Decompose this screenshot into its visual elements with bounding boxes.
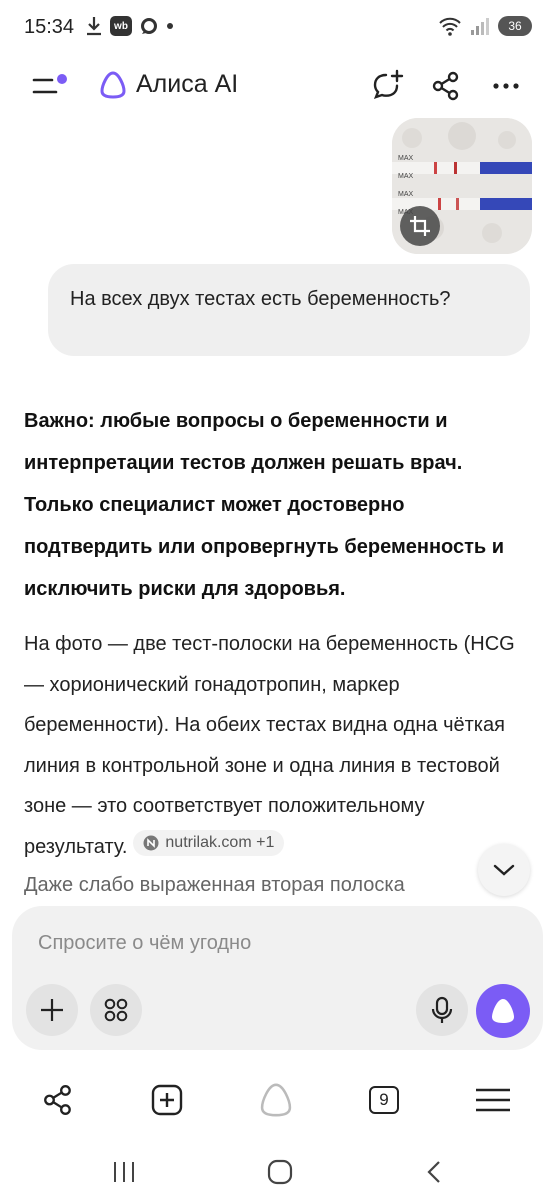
alice-button[interactable] (252, 1076, 300, 1124)
back-icon (427, 1161, 440, 1183)
answer-warning: Важно: любые вопросы о беременности и ин… (24, 410, 505, 600)
new-chat-button[interactable] (366, 64, 410, 108)
recents-button[interactable] (100, 1148, 148, 1196)
share-icon (44, 1085, 71, 1115)
notification-icons: wb (86, 16, 174, 36)
voice-input-button[interactable] (416, 984, 468, 1036)
share-button[interactable] (424, 64, 468, 108)
source-label: nutrilak.com +1 (165, 833, 275, 851)
status-bar: 15:34 wb 36 (0, 0, 554, 54)
alice-logo-icon (100, 71, 126, 99)
new-tab-icon (151, 1084, 183, 1116)
toolbar-share-button[interactable] (34, 1076, 82, 1124)
photo-label: MAX (398, 191, 414, 198)
browser-menu-button[interactable] (469, 1076, 517, 1124)
attached-photo[interactable]: MAX MAX MAX MAX (392, 118, 532, 254)
app-header: Алиса AI (0, 56, 554, 114)
signal-icon (471, 18, 489, 35)
dot-icon (167, 23, 173, 29)
wifi-icon (439, 17, 461, 36)
app-title: Алиса AI (136, 70, 239, 98)
system-navigation (0, 1140, 554, 1200)
recents-icon (114, 1162, 134, 1182)
browser-toolbar: 9 (0, 1072, 554, 1126)
assistant-answer: Важно: любые вопросы о беременности и ин… (24, 400, 532, 867)
alice-send-button[interactable] (476, 984, 530, 1038)
wb-icon: wb (110, 16, 132, 36)
tabs-button[interactable]: 9 (360, 1076, 408, 1124)
crop-icon (410, 216, 430, 236)
system-status-icons: 36 (438, 16, 532, 36)
back-button[interactable] (410, 1148, 458, 1196)
status-time: 15:34 (24, 16, 75, 38)
alice-icon (260, 1083, 292, 1117)
plus-icon (41, 999, 63, 1021)
menu-icon (476, 1088, 510, 1112)
scroll-down-button[interactable] (478, 844, 530, 896)
share-icon (432, 71, 459, 101)
crop-button[interactable] (400, 206, 440, 246)
photo-label: MAX (398, 155, 414, 162)
microphone-icon (431, 996, 453, 1023)
photo-label: MAX (398, 173, 414, 180)
new-chat-icon (373, 69, 404, 99)
answer-paragraph: На фото — две тест-полоски на беременнос… (24, 624, 532, 867)
add-button[interactable] (26, 984, 78, 1036)
apps-icon (104, 998, 128, 1022)
answer-text: На фото — две тест-полоски на беременнос… (24, 633, 515, 858)
home-icon (267, 1159, 293, 1185)
message-composer: Спросите о чём угодно (12, 906, 543, 1050)
source-chip[interactable]: nutrilak.com +1 (133, 829, 285, 856)
user-message: На всех двух тестах есть беременность? (48, 264, 530, 356)
more-button[interactable] (484, 64, 528, 108)
answer-continued: Даже слабо выраженная вторая полоска (24, 874, 405, 896)
menu-icon (32, 74, 67, 94)
chat-icon (141, 18, 157, 34)
download-icon (87, 17, 101, 36)
tabs-icon: 9 (369, 1086, 399, 1114)
apps-button[interactable] (90, 984, 142, 1036)
alice-send-icon (492, 999, 514, 1023)
home-button[interactable] (256, 1148, 304, 1196)
chevron-down-icon (493, 864, 515, 876)
source-icon (143, 835, 159, 850)
more-icon (493, 83, 519, 89)
menu-button[interactable] (32, 74, 72, 98)
message-input[interactable]: Спросите о чём угодно (38, 932, 251, 955)
battery-icon: 36 (498, 16, 532, 36)
new-tab-button[interactable] (143, 1076, 191, 1124)
